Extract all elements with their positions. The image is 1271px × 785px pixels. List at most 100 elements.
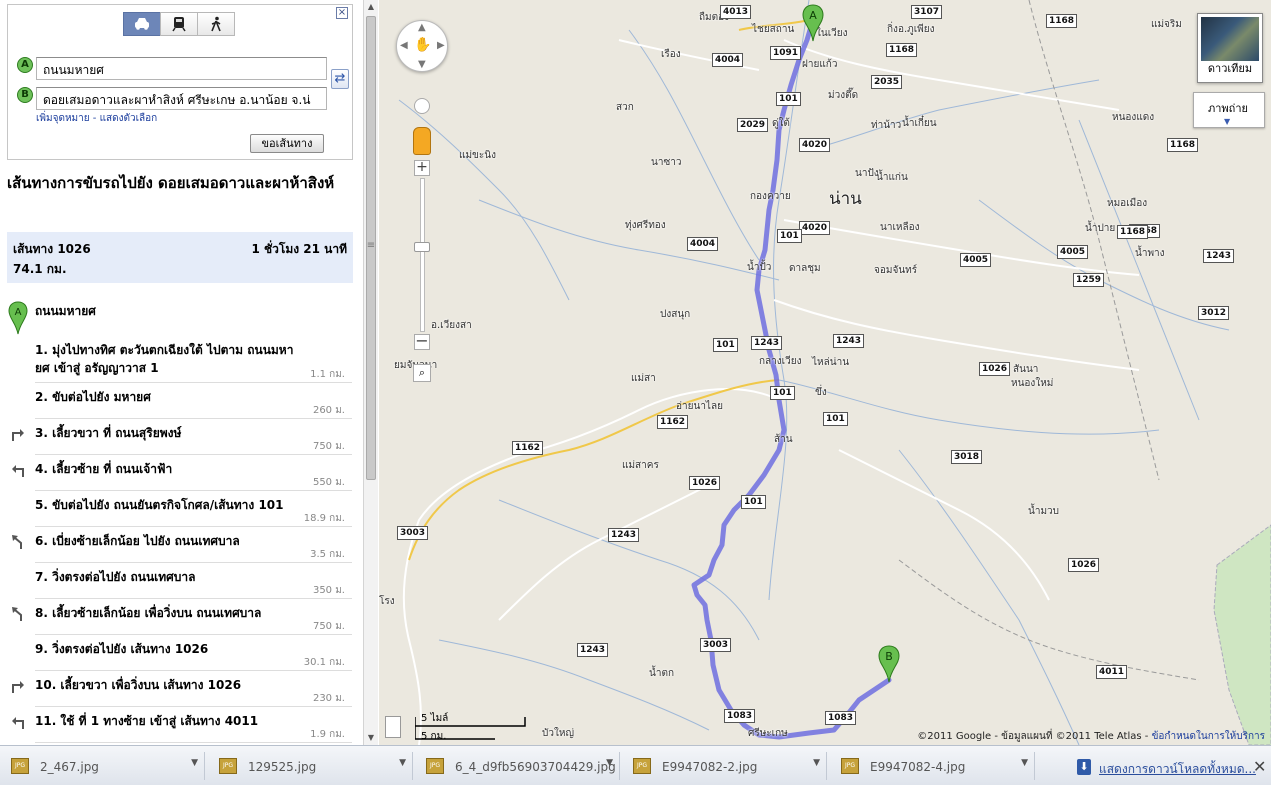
- close-directions-button[interactable]: ×: [336, 7, 348, 19]
- step-text: 5. ขับต่อไปยัง ถนนยันตรกิจโกศล/เส้นทาง 1…: [35, 498, 284, 512]
- route-shield: 4013: [720, 5, 752, 19]
- route-shield: 2035: [871, 75, 903, 89]
- jpg-file-icon: JPG: [841, 758, 859, 774]
- direction-step[interactable]: 2. ขับต่อไปยัง มหายศ 260 ม.: [0, 383, 360, 419]
- direction-step[interactable]: 7. วิ่งตรงต่อไปยัง ถนนเทศบาล 350 ม.: [0, 563, 360, 599]
- route-shield: 101: [776, 92, 801, 106]
- direction-step[interactable]: 11. ใช้ ที่ 1 ทางซ้าย เข้าสู่ เส้นทาง 40…: [0, 707, 360, 743]
- step-text: 11. ใช้ ที่ 1 ทางซ้าย เข้าสู่ เส้นทาง 40…: [35, 714, 259, 728]
- route-shield: 1168: [886, 43, 918, 57]
- chevron-down-icon[interactable]: ▼: [606, 758, 613, 768]
- zoom-box-icon[interactable]: ⌕: [413, 364, 431, 382]
- scale-miles: 5 ไมล์: [421, 713, 449, 724]
- place-label: น้ำปั้ว: [747, 262, 772, 273]
- origin-marker-icon: A: [17, 57, 33, 73]
- pan-left-icon[interactable]: ◀: [400, 40, 408, 51]
- close-download-bar-button[interactable]: ✕: [1253, 757, 1266, 776]
- chevron-down-icon[interactable]: ▼: [813, 758, 820, 768]
- step-distance: 750 ม.: [312, 441, 345, 452]
- download-filename: 6_4_d9fb56903704429.jpg: [455, 760, 616, 774]
- photos-layer-button[interactable]: ภาพถ่าย ▼: [1193, 92, 1265, 128]
- satellite-view-button[interactable]: ดาวเทียม: [1197, 13, 1263, 83]
- route-start-marker-icon[interactable]: A: [802, 4, 824, 42]
- route-shield: 1243: [608, 528, 640, 542]
- jpg-file-icon: JPG: [219, 758, 237, 774]
- download-item[interactable]: JPG 2_467.jpg ▼: [3, 752, 205, 780]
- route-shield: 1243: [833, 334, 865, 348]
- map-canvas[interactable]: ถืมตอง ไชยสถาน ในเวียง กิ่งอ.ภูเพียง แม่จริม…: [379, 0, 1271, 745]
- place-label: ศรีษะเกษ: [748, 728, 788, 739]
- svg-text:B: B: [885, 650, 893, 663]
- download-item[interactable]: JPG 129525.jpg ▼: [211, 752, 413, 780]
- download-filename: E9947082-4.jpg: [870, 760, 966, 774]
- route-summary[interactable]: เส้นทาง 1026 1 ชั่วโมง 21 นาที 74.1 กม.: [7, 232, 353, 283]
- direction-step[interactable]: 6. เบี่ยงซ้ายเล็กน้อย ไปยัง ถนนเทศบาล 3.5…: [0, 527, 360, 563]
- zoom-out-button[interactable]: −: [414, 333, 430, 350]
- route-shield: 4004: [687, 237, 719, 251]
- route-shield: 101: [713, 338, 738, 352]
- destination-input[interactable]: ดอยเสมอดาวและผาหำสิงห์ ศรีษะเกษ อ.นาน้อย…: [36, 87, 327, 110]
- svg-text:A: A: [15, 307, 22, 318]
- step-distance: 750 ม.: [312, 621, 345, 632]
- direction-steps: 1. มุ่งไปทางทิศ ตะวันตกเฉียงใต้ ไปตาม ถน…: [0, 336, 360, 743]
- step-text: 4. เลี้ยวซ้าย ที่ ถนนเจ้าฟ้า: [35, 462, 173, 476]
- direction-step[interactable]: 8. เลี้ยวซ้ายเล็กน้อย เพื่อวิ่งบน ถนนเทศ…: [0, 599, 360, 635]
- panel-splitter-grip-icon[interactable]: ≡: [365, 240, 377, 251]
- terms-link[interactable]: ข้อกำหนดในการให้บริการ: [1152, 731, 1265, 742]
- step-distance: 230 ม.: [312, 693, 345, 704]
- overview-map-toggle[interactable]: [385, 716, 401, 738]
- place-label: กลางเวียง: [759, 356, 802, 367]
- walking-mode-button[interactable]: [197, 12, 235, 36]
- direction-step[interactable]: 4. เลี้ยวซ้าย ที่ ถนนเจ้าฟ้า 550 ม.: [0, 455, 360, 491]
- step-distance: 3.5 กม.: [310, 549, 345, 560]
- place-label: เรือง: [661, 49, 681, 60]
- step-divider: [35, 742, 352, 743]
- origin-input[interactable]: ถนนมหายศ: [36, 57, 327, 80]
- add-destination-show-options-link[interactable]: เพิ่มจุดหมาย - แสดงตัวเลือก: [36, 111, 157, 126]
- download-item[interactable]: JPG E9947082-2.jpg ▼: [625, 752, 827, 780]
- step-text: 7. วิ่งตรงต่อไปยัง ถนนเทศบาล: [35, 570, 196, 584]
- scroll-down-arrow-icon[interactable]: ▼: [364, 731, 378, 745]
- get-directions-button[interactable]: ขอเส้นทาง: [250, 134, 324, 153]
- pan-control[interactable]: ▲ ▼ ◀ ▶ ✋: [396, 20, 448, 72]
- chevron-down-icon[interactable]: ▼: [399, 758, 406, 768]
- direction-step[interactable]: 9. วิ่งตรงต่อไปยัง เส้นทาง 1026 30.1 กม.: [0, 635, 360, 671]
- download-item[interactable]: JPG 6_4_d9fb56903704429.jpg ▼: [418, 752, 620, 780]
- direction-step[interactable]: 3. เลี้ยวขวา ที่ ถนนสุริยพงษ์ 750 ม.: [0, 419, 360, 455]
- place-label: แม่จริม: [1151, 19, 1182, 30]
- direction-step[interactable]: 5. ขับต่อไปยัง ถนนยันตรกิจโกศล/เส้นทาง 1…: [0, 491, 360, 527]
- show-all-downloads-link[interactable]: แสดงการดาวน์โหลดทั้งหมด...: [1099, 760, 1256, 779]
- route-shield: 1083: [825, 711, 857, 725]
- place-label: น้ำพาง: [1135, 248, 1165, 259]
- driving-mode-button[interactable]: [123, 12, 161, 36]
- zoom-in-button[interactable]: +: [414, 160, 430, 176]
- zoom-reset-button[interactable]: [414, 98, 430, 114]
- route-shield: 4005: [960, 253, 992, 267]
- zoom-slider-handle[interactable]: [414, 242, 430, 252]
- swap-addresses-button[interactable]: ⇄: [331, 69, 349, 89]
- chevron-down-icon[interactable]: ▼: [191, 758, 198, 768]
- pan-down-icon[interactable]: ▼: [418, 59, 426, 70]
- zoom-slider-track[interactable]: [420, 178, 425, 332]
- chevron-down-icon[interactable]: ▼: [1021, 758, 1028, 768]
- scroll-up-arrow-icon[interactable]: ▲: [364, 0, 378, 14]
- place-label: ฝายแก้ว: [802, 59, 838, 70]
- place-label: น้ำตก: [649, 668, 674, 679]
- route-shield: 1243: [1203, 249, 1235, 263]
- transit-mode-button[interactable]: [160, 12, 198, 36]
- panel-scrollbar[interactable]: ▲ ≡ ▼: [363, 0, 378, 745]
- route-shield: 1243: [751, 336, 783, 350]
- direction-step[interactable]: 10. เลี้ยวขวา เพื่อวิ่งบน เส้นทาง 1026 23…: [0, 671, 360, 707]
- pan-right-icon[interactable]: ▶: [437, 40, 445, 51]
- jpg-file-icon: JPG: [11, 758, 29, 774]
- step-text: 3. เลี้ยวขวา ที่ ถนนสุริยพงษ์: [35, 426, 182, 440]
- direction-step[interactable]: 1. มุ่งไปทางทิศ ตะวันตกเฉียงใต้ ไปตาม ถน…: [0, 336, 360, 383]
- route-end-marker-icon[interactable]: B: [878, 645, 900, 683]
- pan-up-icon[interactable]: ▲: [418, 22, 426, 33]
- turn-left-icon: [12, 465, 24, 477]
- start-marker-icon: A: [8, 301, 28, 335]
- download-filename: E9947082-2.jpg: [662, 760, 758, 774]
- download-item[interactable]: JPG E9947082-4.jpg ▼: [833, 752, 1035, 780]
- pegman-icon[interactable]: [413, 127, 431, 155]
- satellite-label: ดาวเทียม: [1207, 62, 1253, 75]
